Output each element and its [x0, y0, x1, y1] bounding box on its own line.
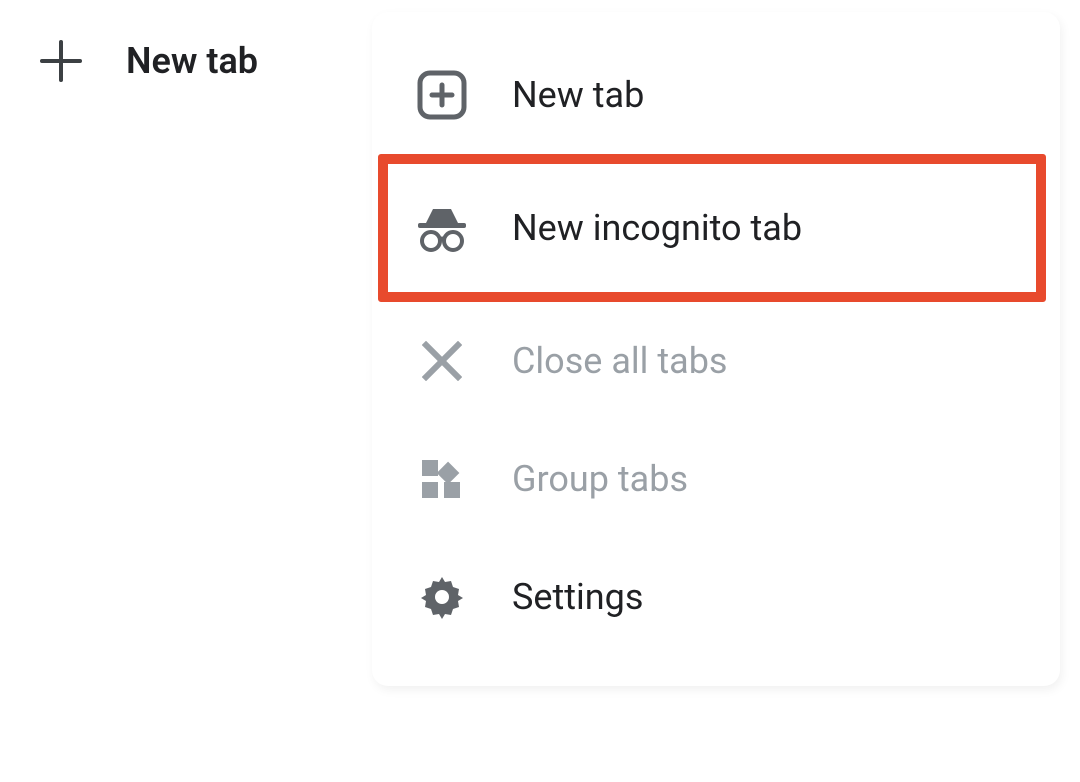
menu-item-new-tab[interactable]: New tab	[372, 36, 1060, 154]
menu-item-settings[interactable]: Settings	[372, 538, 1060, 656]
menu-item-label: Settings	[512, 576, 643, 618]
new-tab-label: New tab	[126, 40, 258, 82]
new-tab-icon	[412, 69, 472, 121]
overflow-menu: New tab New incognito tab Close al	[372, 12, 1060, 686]
menu-item-label: New incognito tab	[512, 207, 802, 249]
menu-item-close-all-tabs: Close all tabs	[372, 302, 1060, 420]
incognito-icon	[412, 203, 472, 253]
group-tabs-icon	[412, 456, 472, 502]
menu-item-label: Group tabs	[512, 458, 688, 500]
menu-item-new-incognito-tab[interactable]: New incognito tab	[378, 154, 1046, 302]
menu-item-label: New tab	[512, 74, 644, 116]
gear-icon	[412, 573, 472, 621]
new-tab-button[interactable]: New tab	[40, 40, 258, 82]
menu-item-group-tabs: Group tabs	[372, 420, 1060, 538]
close-icon	[412, 341, 472, 381]
plus-icon	[40, 40, 82, 82]
menu-item-label: Close all tabs	[512, 340, 728, 382]
